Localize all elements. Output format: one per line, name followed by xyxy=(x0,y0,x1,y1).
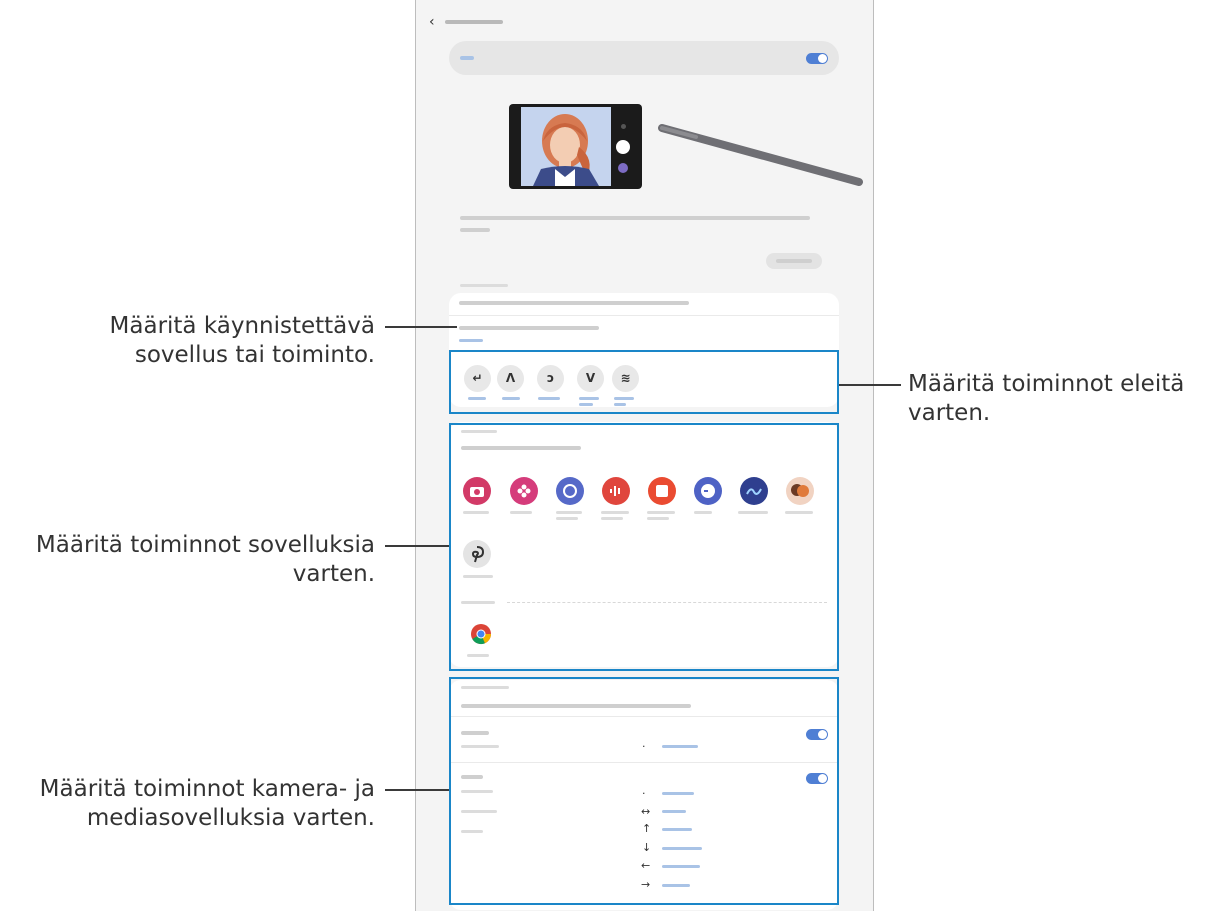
single-press-row[interactable] xyxy=(459,326,599,330)
apps-highlight xyxy=(449,423,839,671)
master-switch-label xyxy=(460,56,474,60)
media-highlight xyxy=(449,677,839,905)
screen-title xyxy=(445,20,503,24)
master-switch-bar[interactable] xyxy=(449,41,839,75)
callout-trigger: Määritä käynnistettävä sovellus tai toim… xyxy=(109,313,375,368)
description-text xyxy=(460,216,810,220)
shutter-button-icon xyxy=(616,140,630,154)
callout-gestures-line xyxy=(839,384,901,386)
callout-trigger-line xyxy=(385,326,457,328)
s-pen-illustration xyxy=(658,124,863,186)
camera-preview-image xyxy=(521,107,611,186)
callout-media: Määritä toiminnot kamera- ja mediasovell… xyxy=(39,776,375,831)
callout-apps-line xyxy=(385,545,449,547)
pen-button-card xyxy=(449,293,839,355)
master-toggle[interactable] xyxy=(806,53,828,64)
learn-more-button[interactable] xyxy=(766,253,822,269)
callout-media-line xyxy=(385,789,449,791)
gestures-highlight xyxy=(449,350,839,414)
callout-apps: Määritä toiminnot sovelluksia varten. xyxy=(35,532,375,587)
section-header-air-action xyxy=(460,284,508,287)
press-hold-row[interactable] xyxy=(459,301,689,305)
back-icon[interactable]: ‹ xyxy=(429,14,435,30)
single-press-value xyxy=(459,339,483,342)
callout-gestures: Määritä toiminnot eleitä varten. xyxy=(908,371,1185,426)
phone-illustration xyxy=(509,104,642,189)
